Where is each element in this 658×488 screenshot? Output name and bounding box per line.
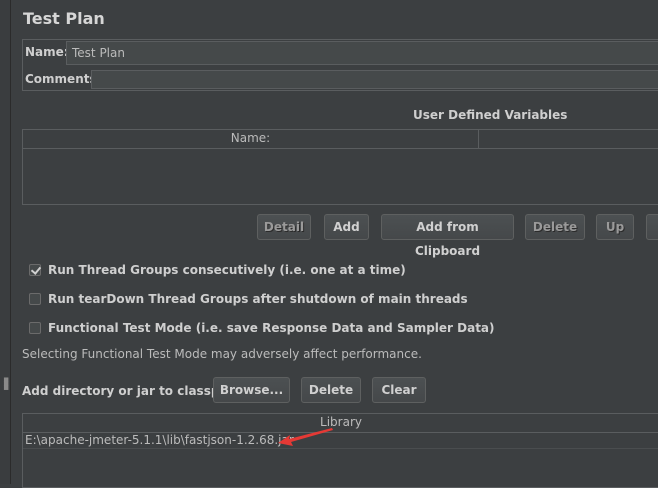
comments-label: Comments:: [25, 72, 102, 86]
udv-title: User Defined Variables: [413, 108, 568, 122]
functional-mode-checkbox[interactable]: [29, 322, 41, 334]
udv-table: Name:: [22, 129, 658, 205]
udv-column-name[interactable]: Name:: [23, 130, 479, 148]
delete-button[interactable]: Delete: [525, 214, 585, 240]
up-button[interactable]: Up: [596, 214, 634, 240]
functional-mode-note: Selecting Functional Test Mode may adver…: [22, 347, 422, 361]
splitter-grip-icon[interactable]: ▪ ▪ ▪: [3, 376, 9, 394]
teardown-label[interactable]: Run tearDown Thread Groups after shutdow…: [48, 292, 468, 306]
udv-column-value[interactable]: [479, 130, 658, 148]
library-column-header[interactable]: Library: [23, 414, 658, 433]
down-button[interactable]: [646, 214, 658, 240]
teardown-checkbox[interactable]: [29, 293, 41, 305]
left-splitter[interactable]: [0, 0, 11, 484]
name-field[interactable]: Test Plan: [66, 41, 658, 65]
classpath-delete-button[interactable]: Delete: [301, 377, 361, 403]
detail-button[interactable]: Detail: [257, 214, 311, 240]
run-consecutively-label[interactable]: Run Thread Groups consecutively (i.e. on…: [48, 263, 406, 277]
panel-title: Test Plan: [23, 9, 105, 28]
name-label: Name:: [25, 45, 69, 59]
add-button[interactable]: Add: [324, 214, 369, 240]
library-table: Library E:\apache-jmeter-5.1.1\lib\fastj…: [22, 413, 658, 488]
comments-field[interactable]: [91, 70, 658, 89]
library-row[interactable]: E:\apache-jmeter-5.1.1\lib\fastjson-1.2.…: [23, 432, 658, 449]
functional-mode-label[interactable]: Functional Test Mode (i.e. save Response…: [48, 321, 495, 335]
classpath-label: Add directory or jar to classpath: [22, 384, 242, 398]
browse-button[interactable]: Browse...: [213, 377, 290, 403]
library-row-path: E:\apache-jmeter-5.1.1\lib\fastjson-1.2.…: [25, 433, 294, 447]
run-consecutively-checkbox[interactable]: [29, 264, 41, 276]
udv-table-header: Name:: [23, 130, 658, 149]
classpath-clear-button[interactable]: Clear: [372, 377, 426, 403]
add-from-clipboard-button[interactable]: Add from Clipboard: [381, 214, 514, 258]
annotation-arrow-icon: [278, 428, 333, 446]
